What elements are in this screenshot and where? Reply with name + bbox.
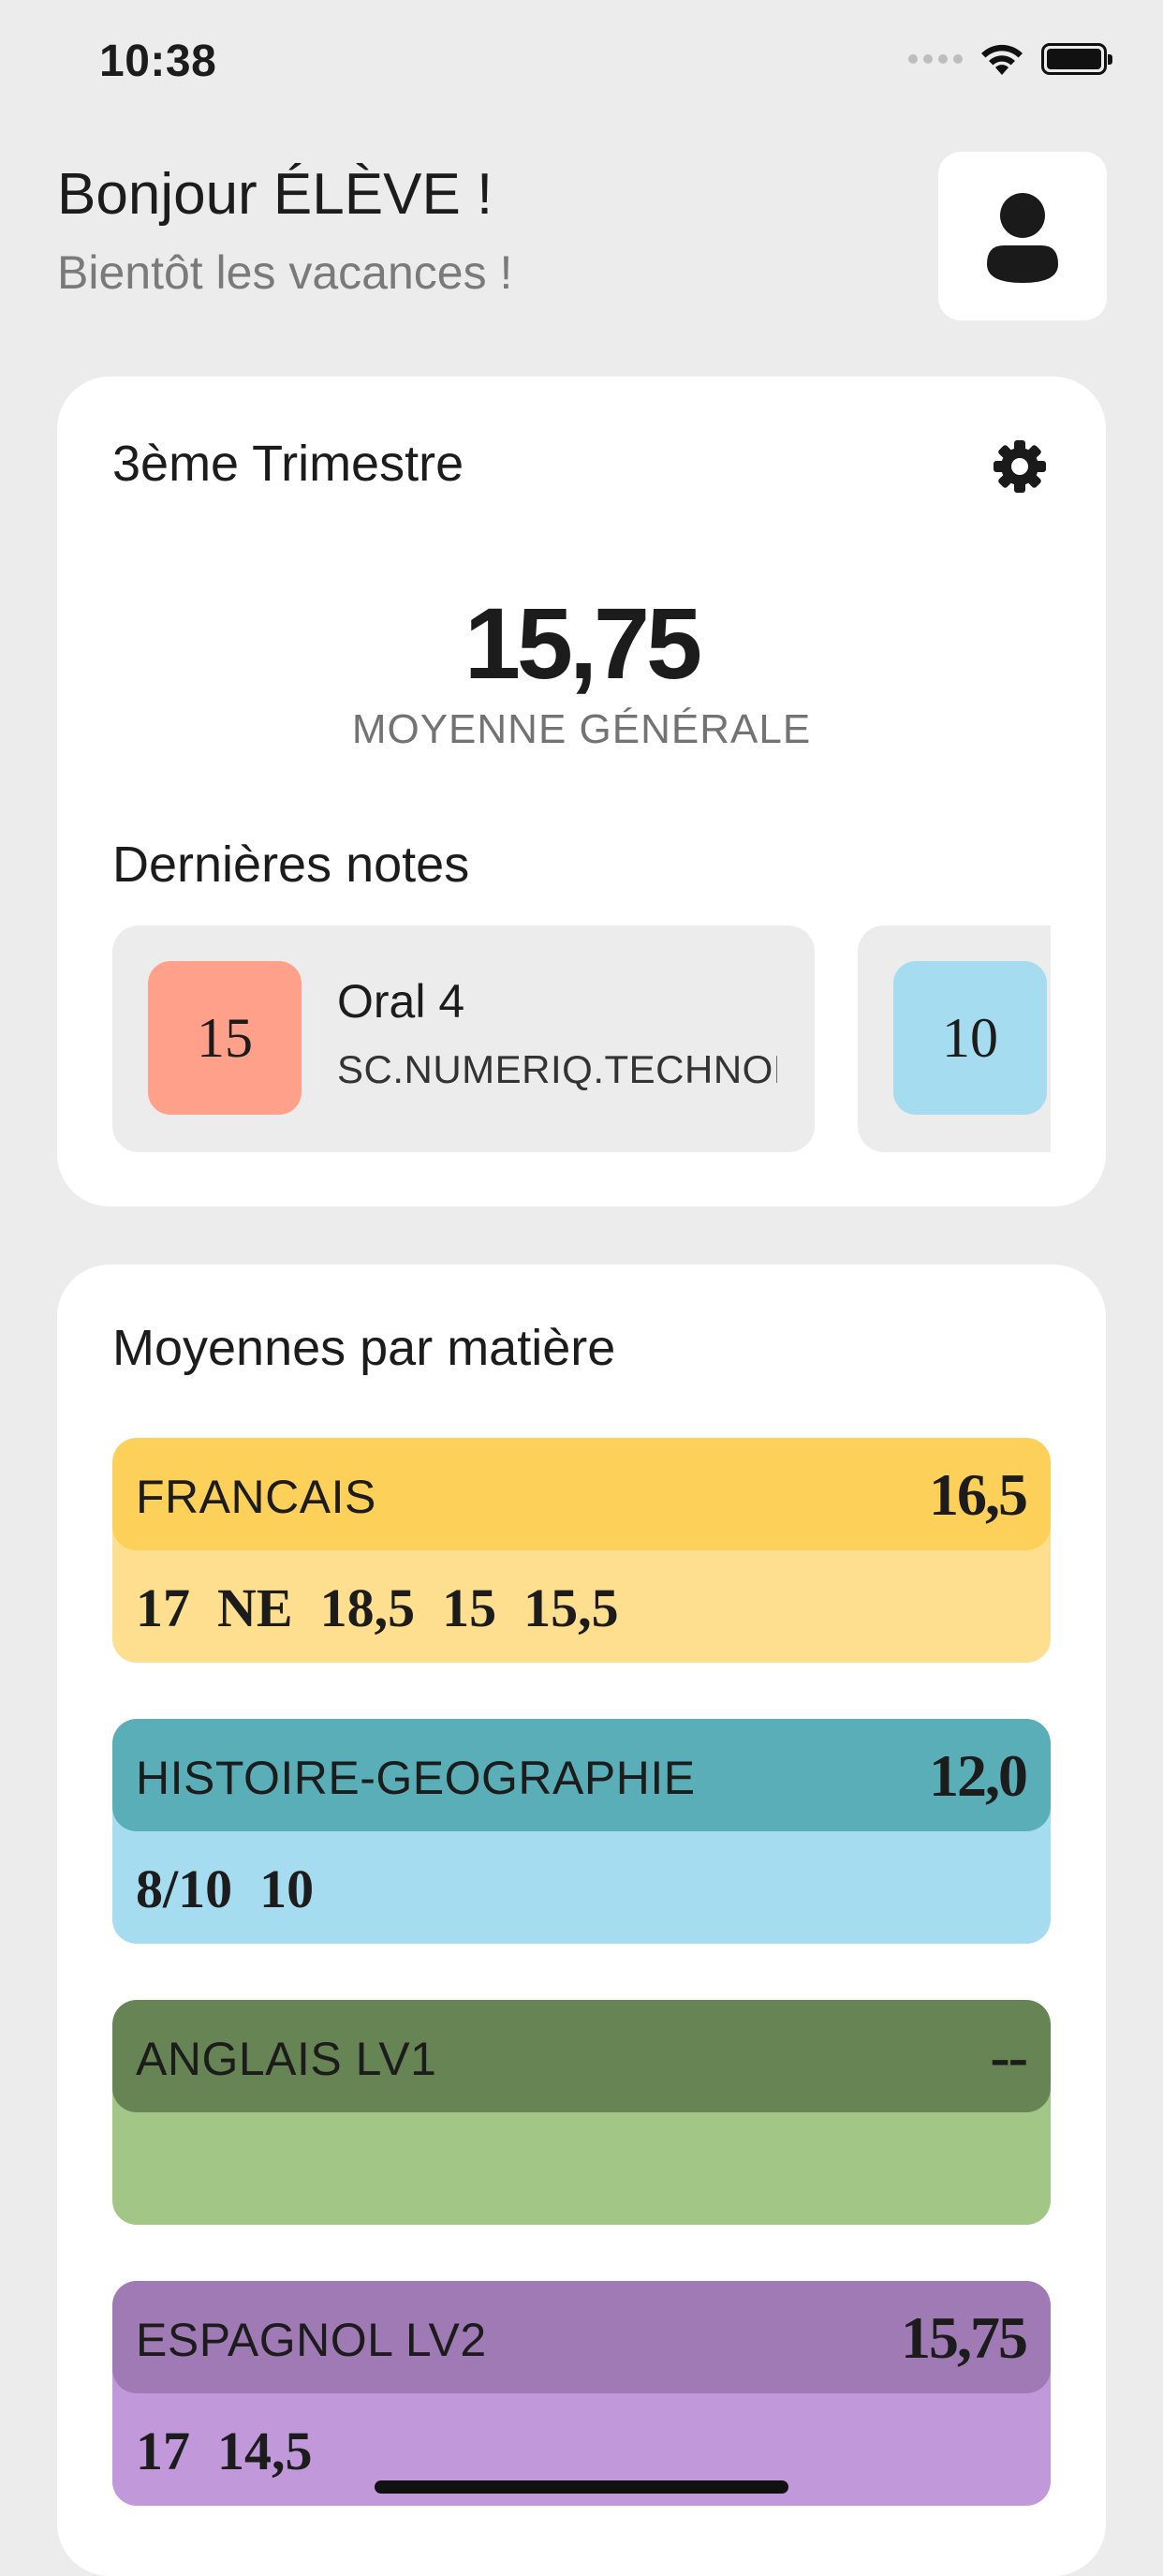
subject-header: HISTOIRE-GEOGRAPHIE 12,0 (112, 1719, 1051, 1831)
grade-name: Oral 4 (337, 975, 465, 1028)
subject-averages-title: Moyennes par matière (112, 1320, 616, 1376)
recent-grades-carousel[interactable]: 15 Oral 4 SC.NUMERIQ.TECHNOL 10 (112, 925, 1051, 1152)
greeting: Bonjour ÉLÈVE ! (57, 162, 493, 227)
grade-badge: 15 (148, 961, 302, 1115)
subject-average: 12,0 (929, 1742, 1028, 1809)
subject-average: 15,75 (901, 2304, 1028, 2371)
subject-header: FRANCAIS 16,5 (112, 1438, 1051, 1550)
term-summary-card: 3ème Trimestre 15,75 MOYENNE GÉNÉRALE De… (57, 377, 1106, 1207)
home-indicator (375, 2480, 788, 2494)
subject-name: ANGLAIS LV1 (136, 2033, 437, 2085)
greeting-subtitle: Bientôt les vacances ! (57, 246, 513, 299)
subject-header: ANGLAIS LV1 -- (112, 2000, 1051, 2112)
recent-grades-title: Dernières notes (112, 836, 470, 893)
general-average-value: 15,75 (464, 586, 702, 700)
subject-francais[interactable]: FRANCAIS 16,5 17 NE 18,5 15 15,5 (112, 1438, 1051, 1663)
gear-icon[interactable] (990, 437, 1050, 496)
subject-histoire-geographie[interactable]: HISTOIRE-GEOGRAPHIE 12,0 8/10 10 (112, 1719, 1051, 1944)
subject-average: -- (990, 2023, 1028, 2090)
subject-grades: 17 14,5 (136, 2421, 313, 2481)
status-icons (908, 41, 1112, 77)
subject-name: ESPAGNOL LV2 (136, 2314, 487, 2366)
recent-grade-card[interactable]: 10 (858, 925, 1051, 1152)
grade-subject: SC.NUMERIQ.TECHNOL (337, 1047, 777, 1091)
status-time: 10:38 (99, 37, 217, 86)
battery-icon (1041, 43, 1112, 75)
subject-grades: 17 NE 18,5 15 15,5 (136, 1577, 619, 1638)
subject-name: FRANCAIS (136, 1471, 376, 1523)
recent-grade-card[interactable]: 15 Oral 4 SC.NUMERIQ.TECHNOL (112, 925, 815, 1152)
subject-anglais-lv1[interactable]: ANGLAIS LV1 -- (112, 2000, 1051, 2225)
status-bar: 10:38 (0, 0, 1163, 122)
grade-badge: 10 (893, 961, 1047, 1115)
profile-button[interactable] (938, 152, 1107, 320)
signal-icon (908, 54, 963, 64)
subject-name: HISTOIRE-GEOGRAPHIE (136, 1752, 696, 1804)
subject-averages-card: Moyennes par matière FRANCAIS 16,5 17 NE… (57, 1265, 1106, 2576)
wifi-icon (981, 44, 1023, 75)
user-icon (987, 193, 1058, 283)
term-title: 3ème Trimestre (112, 436, 464, 492)
subject-header: ESPAGNOL LV2 15,75 (112, 2281, 1051, 2393)
subject-grades: 8/10 10 (136, 1858, 315, 1919)
general-average-label: MOYENNE GÉNÉRALE (351, 706, 812, 752)
subject-espagnol-lv2[interactable]: ESPAGNOL LV2 15,75 17 14,5 (112, 2281, 1051, 2506)
subject-average: 16,5 (929, 1461, 1028, 1528)
